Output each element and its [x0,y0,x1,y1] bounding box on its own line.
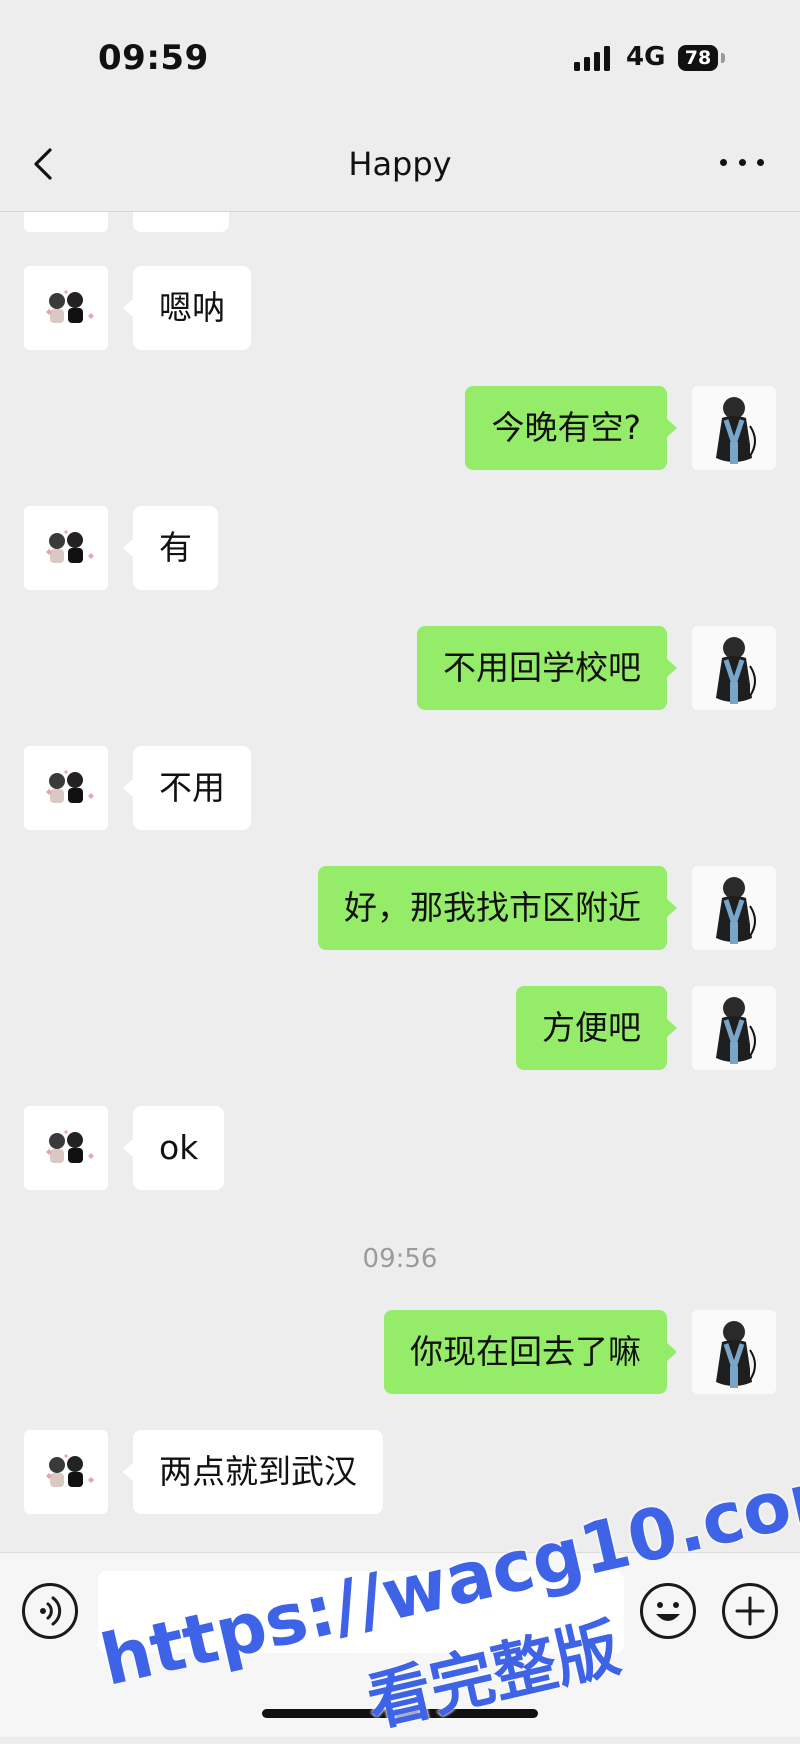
message-bubble[interactable]: 不用回学校吧 [417,626,677,710]
outgoing-message-row: 不用回学校吧 [0,626,800,710]
contact-avatar[interactable] [24,746,108,830]
message-bubble[interactable]: 嗯呐 [123,266,251,350]
chat-header: Happy [0,115,800,212]
timestamp: 09:56 [362,1244,438,1274]
my-avatar[interactable] [692,386,776,470]
contact-avatar[interactable] [24,266,108,350]
message-bubble[interactable]: 好，那我找市区附近 [318,866,677,950]
outgoing-message-row: 方便吧 [0,986,800,1070]
my-avatar[interactable] [692,626,776,710]
incoming-message-row: ok [0,1106,800,1190]
message-bubble[interactable]: ok [122,1106,225,1190]
my-avatar[interactable] [692,986,776,1070]
message-bubble-partial[interactable] [133,212,229,232]
network-type: 4G [626,42,666,72]
outgoing-message-row: 你现在回去了嘛 [0,1310,800,1394]
more-dots-icon[interactable] [720,149,764,175]
status-bar: 09:59 4G 78 [0,0,800,115]
plus-icon[interactable] [722,1583,778,1639]
signal-icon [574,45,610,71]
message-bubble[interactable]: 你现在回去了嘛 [384,1310,677,1394]
my-avatar[interactable] [692,866,776,950]
outgoing-message-row: 今晚有空? [0,386,800,470]
battery-icon: 78 [678,45,718,71]
voice-icon[interactable] [22,1583,78,1639]
message-bubble[interactable]: 今晚有空? [465,386,677,470]
incoming-message-row: 有 [0,506,800,590]
chat-title: Happy [348,145,452,183]
message-bubble[interactable]: 两点就到武汉 [123,1430,383,1514]
contact-avatar[interactable] [24,1430,108,1514]
message-bubble[interactable]: 有 [123,506,218,590]
battery-tip [721,53,725,63]
outgoing-message-row: 好，那我找市区附近 [0,866,800,950]
message-bubble[interactable]: 不用 [123,746,251,830]
message-list[interactable]: 嗯呐今晚有空? 有不用回学校吧不用 好，那我找市区附近方便吧 ok 09:56 你现在回去… [0,212,800,1552]
my-avatar[interactable] [692,1310,776,1394]
incoming-message-row: 不用 [0,746,800,830]
contact-avatar[interactable] [24,506,108,590]
contact-avatar[interactable] [24,212,108,232]
message-bubble[interactable]: 方便吧 [516,986,677,1070]
contact-avatar[interactable] [24,1106,108,1190]
status-time: 09:59 [98,38,209,78]
incoming-message-row: 嗯呐 [0,266,800,350]
emoji-icon[interactable] [640,1583,696,1639]
